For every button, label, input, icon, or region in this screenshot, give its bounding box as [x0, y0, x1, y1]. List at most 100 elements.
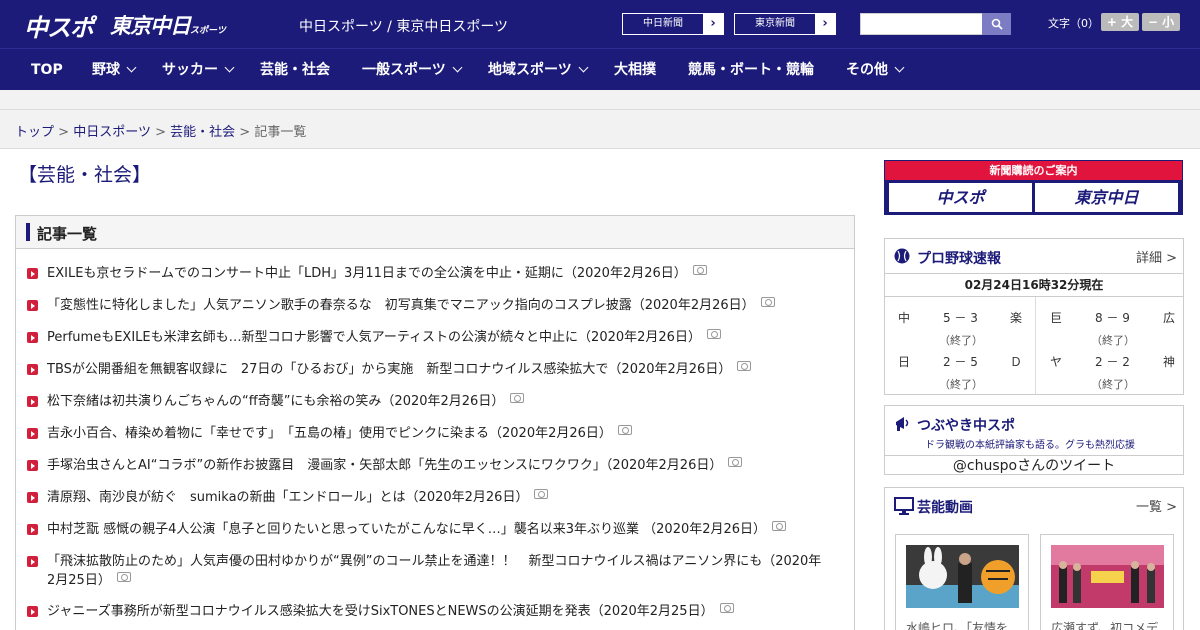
nav-entertainment[interactable]: 芸能・社会: [260, 49, 330, 91]
arrow-bullet-icon: [27, 364, 38, 375]
tweets-link[interactable]: @chuspoさんのツイート: [885, 455, 1183, 475]
subscription-banner[interactable]: 新聞購読のご案内 中スポ 東京中日: [884, 160, 1183, 215]
nav-label: その他: [846, 62, 888, 78]
baseball-detail-link[interactable]: 詳細 >: [1136, 247, 1177, 266]
nav-top[interactable]: TOP: [31, 49, 63, 91]
breadcrumb-chunichi-sports[interactable]: 中日スポーツ: [73, 125, 151, 140]
game-score[interactable]: 8 － 9: [1095, 309, 1130, 326]
home-team: 日: [898, 355, 911, 369]
heading-accent-bar: [26, 223, 30, 241]
list-item[interactable]: TBSが公開番組を無観客収録に 27日の「ひるおび」から実施 新型コロナウイルス…: [27, 360, 827, 379]
main-nav: TOP 野球 サッカー 芸能・社会 一般スポーツ 地域スポーツ 大相撲 競馬・ボ…: [0, 48, 1200, 90]
article-title: ジャニーズ事務所が新型コロナウイルス感染拡大を受けSixTONESとNEWSの公…: [47, 604, 714, 619]
list-item[interactable]: 手塚治虫さんとAI“コラボ”の新作お披露目 漫画家・矢部太郎「先生のエッセンスに…: [27, 456, 827, 475]
site-names: 中日スポーツ / 東京中日スポーツ: [299, 19, 509, 35]
article-title: 「飛沫拡散防止のため」人気声優の田村ゆかりが“異例”のコール禁止を通達！！ 新型…: [47, 554, 822, 588]
camera-icon: [692, 265, 707, 275]
nav-label: 一般スポーツ: [362, 62, 446, 78]
game-status: （終了）: [1091, 334, 1135, 347]
nav-baseball[interactable]: 野球: [92, 49, 137, 91]
baseball-icon: [894, 248, 910, 264]
article-list-header: 記事一覧: [16, 216, 854, 249]
nav-general-sports[interactable]: 一般スポーツ: [362, 49, 463, 91]
article-list-heading: 記事一覧: [37, 225, 98, 243]
chuspo-banner-logo[interactable]: 中スポ: [889, 183, 1032, 212]
camera-icon: [706, 329, 721, 339]
spacer-band: [0, 90, 1200, 110]
tokyo-shimbun-link[interactable]: 東京新聞 ›: [734, 13, 836, 35]
camera-icon: [772, 521, 787, 531]
nav-label: 大相撲: [614, 62, 656, 78]
video-list-link[interactable]: 一覧 >: [1136, 496, 1177, 515]
camera-icon: [116, 572, 131, 582]
chevron-right-icon: ›: [815, 14, 835, 34]
font-smaller-button[interactable]: − 小: [1142, 13, 1180, 31]
list-item[interactable]: PerfumeもEXILEも米津玄師も…新型コロナ影響で人気アーティストの公演が…: [27, 328, 827, 347]
tokyo-chunichi-banner-logo[interactable]: 東京中日: [1035, 183, 1178, 212]
breadcrumb-separator: >: [239, 125, 251, 140]
arrow-bullet-icon: [27, 606, 38, 617]
tweets-box: つぶやき中スポ ドラ観戦の本紙評論家も語る。グラも熱烈応援 @chuspoさんの…: [884, 405, 1184, 475]
away-team: 神: [1163, 355, 1176, 369]
search-input[interactable]: [860, 13, 984, 35]
list-item[interactable]: 「飛沫拡散防止のため」人気声優の田村ゆかりが“異例”のコール禁止を通達！！ 新型…: [27, 552, 827, 590]
video-card[interactable]: 広瀬すず、初コメデ: [1040, 534, 1174, 630]
breadcrumb-entertainment[interactable]: 芸能・社会: [170, 125, 235, 140]
baseball-box-title: プロ野球速報: [917, 251, 1001, 267]
scores-timestamp: 02月24日16時32分現在: [885, 273, 1183, 297]
breadcrumb: トップ > 中日スポーツ > 芸能・社会 > 記事一覧: [15, 121, 306, 140]
camera-icon: [534, 489, 549, 499]
camera-icon: [719, 603, 734, 613]
home-team: 巨: [1050, 311, 1063, 325]
tokyo-logo-small: スポーツ: [190, 26, 226, 36]
tokyo-logo-text: 東京中日: [110, 14, 191, 38]
chevron-right-icon: ›: [703, 14, 723, 34]
top-header: 中スポ 東京中日スポーツ 中日スポーツ / 東京中日スポーツ 中日新聞 › 東京…: [0, 0, 1200, 48]
breadcrumb-separator: >: [155, 125, 166, 140]
home-team: 中: [898, 311, 911, 325]
list-item[interactable]: 「変態性に特化しました」人気アニソン歌手の春奈るな 初写真集でマニアック指向のコ…: [27, 296, 827, 315]
chevron-down-icon: [224, 62, 235, 73]
megaphone-icon: [896, 417, 909, 431]
font-bigger-button[interactable]: + 大: [1101, 13, 1139, 31]
arrow-bullet-icon: [27, 492, 38, 503]
list-item[interactable]: 中村芝翫 感慨の親子4人公演「息子と回りたいと思っていたがこんなに早く…」襲名以…: [27, 520, 827, 539]
baseball-scores-box: プロ野球速報 詳細 > 02月24日16時32分現在 中 5 － 3 楽 （終了…: [884, 238, 1184, 395]
article-title: TBSが公開番組を無観客収録に 27日の「ひるおび」から実施 新型コロナウイルス…: [47, 362, 732, 377]
breadcrumb-top[interactable]: トップ: [15, 125, 54, 140]
chunichi-shimbun-link[interactable]: 中日新聞 ›: [622, 13, 724, 35]
nav-soccer[interactable]: サッカー: [162, 49, 235, 91]
nav-other[interactable]: その他: [846, 49, 905, 91]
camera-icon: [510, 393, 525, 403]
arrow-bullet-icon: [27, 332, 38, 343]
video-box-title: 芸能動画: [917, 500, 973, 516]
camera-icon: [617, 425, 632, 435]
arrow-bullet-icon: [27, 268, 38, 279]
arrow-bullet-icon: [27, 300, 38, 311]
chuspo-logo[interactable]: 中スポ: [24, 8, 94, 43]
chunichi-link-label: 中日新聞: [643, 18, 683, 29]
nav-sumo[interactable]: 大相撲: [614, 49, 656, 91]
list-item[interactable]: 清原翔、南沙良が紡ぐ sumikaの新曲「エンドロール」とは（2020年2月26…: [27, 488, 827, 507]
list-item[interactable]: 吉永小百合、椿染め着物に「幸せです」 「五島の椿」使用でピンクに染まる（2020…: [27, 424, 827, 443]
arrow-bullet-icon: [27, 524, 38, 535]
subscription-title: 新聞購読のご案内: [885, 161, 1182, 180]
video-card[interactable]: 水嶋ヒロ、「友情を: [895, 534, 1029, 630]
arrow-bullet-icon: [27, 556, 38, 567]
chevron-down-icon: [126, 62, 137, 73]
search-button[interactable]: [982, 13, 1011, 35]
tokyo-chunichi-logo[interactable]: 東京中日スポーツ: [110, 10, 226, 40]
camera-icon: [737, 361, 752, 371]
list-item[interactable]: 松下奈緒は初共演りんごちゃんの“ff奇襲”にも余裕の笑み（2020年2月26日）: [27, 392, 827, 411]
nav-racing[interactable]: 競馬・ボート・競輪: [688, 49, 814, 91]
arrow-bullet-icon: [27, 396, 38, 407]
list-item[interactable]: EXILEも京セラドームでのコンサート中止「LDH」3月11日までの全公演を中止…: [27, 264, 827, 283]
video-box-header: 芸能動画 一覧 >: [885, 488, 1183, 522]
nav-local-sports[interactable]: 地域スポーツ: [488, 49, 589, 91]
list-item[interactable]: ジャニーズ事務所が新型コロナウイルス感染拡大を受けSixTONESとNEWSの公…: [27, 602, 827, 621]
arrow-bullet-icon: [27, 428, 38, 439]
game-score[interactable]: 2 － 2: [1095, 353, 1130, 370]
article-title: 吉永小百合、椿染め着物に「幸せです」 「五島の椿」使用でピンクに染まる（2020…: [47, 426, 612, 441]
game-score[interactable]: 2 － 5: [943, 353, 978, 370]
game-score[interactable]: 5 － 3: [943, 309, 978, 326]
